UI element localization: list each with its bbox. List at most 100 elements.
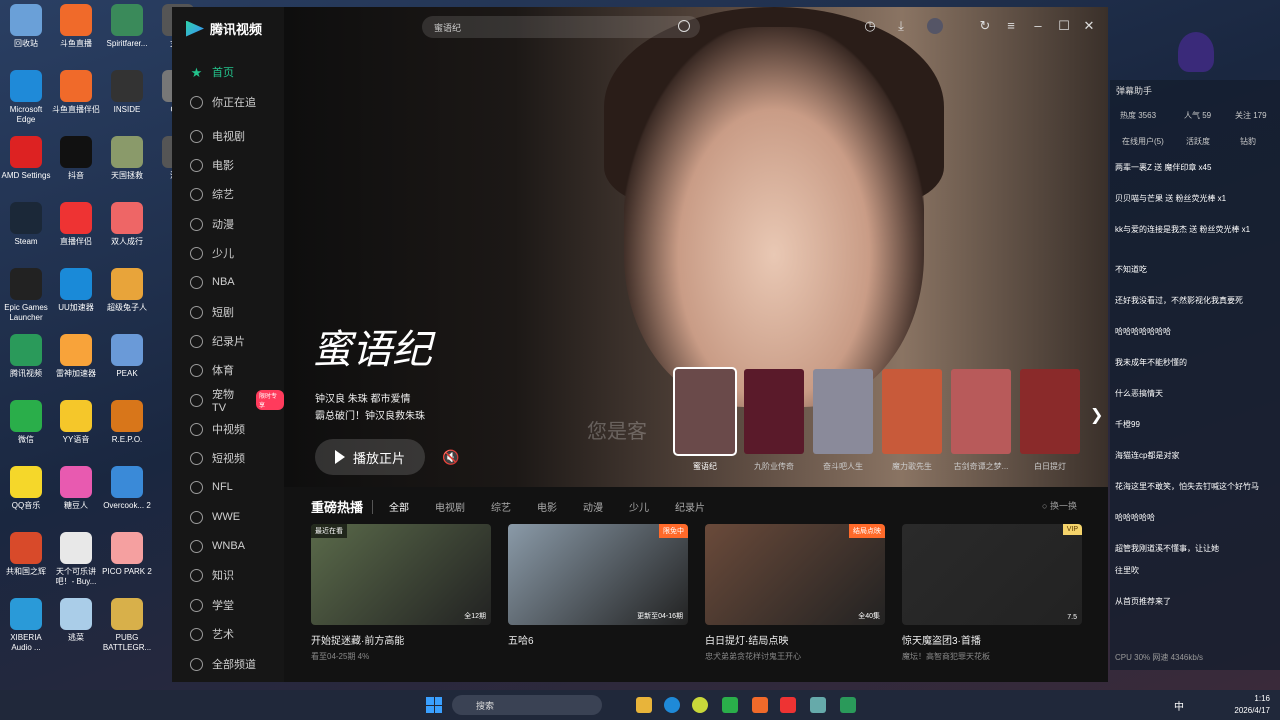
sidebar-item[interactable]: 短视频 — [190, 449, 245, 467]
filter-tab[interactable]: 动漫 — [583, 499, 603, 514]
sidebar-item[interactable]: ★ 首页 — [190, 63, 234, 81]
sidebar-item[interactable]: 电视剧 — [190, 127, 245, 145]
hero-thumbnail[interactable]: 九阶业传奇 — [744, 369, 804, 472]
desktop-icon[interactable]: 逃菜 — [50, 598, 102, 643]
sidebar-item[interactable]: 电影 — [190, 156, 234, 174]
panel-tab[interactable]: 活跃度 — [1186, 136, 1210, 147]
desktop-icon[interactable]: Overcook... 2 — [101, 466, 153, 511]
filter-tab[interactable]: 电影 — [537, 499, 557, 514]
sidebar-item[interactable]: 知识 — [190, 566, 234, 584]
minimize-icon[interactable]: – — [1030, 18, 1046, 34]
refresh-icon[interactable]: ↻ — [977, 18, 993, 34]
video-card[interactable]: 最近在看 全12期 开始捉迷藏·前方高能 看至04-25期 4% — [311, 524, 491, 662]
desktop-icon[interactable]: PEAK — [101, 334, 153, 379]
douyu-icon[interactable] — [752, 697, 768, 713]
hero-thumbnail[interactable]: 白日提灯 — [1020, 369, 1080, 472]
desktop-icon-label: Epic Games Launcher — [4, 303, 48, 322]
desktop-icon[interactable]: INSIDE — [101, 70, 153, 115]
edge-icon[interactable] — [664, 697, 680, 713]
desktop-icon[interactable]: PUBG BATTLEGR... — [101, 598, 153, 653]
swap-button[interactable]: ○ 换一换 — [1042, 499, 1077, 512]
desktop-icon[interactable]: 天国拯救 — [101, 136, 153, 181]
video-card[interactable]: 限免中 更新至04-16期 五哈6 — [508, 524, 688, 651]
hero-thumbnail[interactable]: 奋斗吧人生 — [813, 369, 873, 472]
desktop-icon[interactable]: Steam — [0, 202, 52, 247]
desktop-icon[interactable]: UU加速器 — [50, 268, 102, 313]
sidebar-item[interactable]: NFL — [190, 478, 233, 496]
filter-tab[interactable]: 综艺 — [491, 499, 511, 514]
sidebar-item[interactable]: 少儿 — [190, 244, 234, 262]
filter-tab[interactable]: 全部 — [389, 499, 409, 514]
app-icon[interactable] — [692, 697, 708, 713]
close-icon[interactable]: ✕ — [1081, 18, 1097, 34]
desktop-icon[interactable]: QQ音乐 — [0, 466, 52, 511]
hero-thumbnail[interactable]: 古剑奇谭之梦... — [951, 369, 1011, 472]
desktop-icon[interactable]: 雷神加速器 — [50, 334, 102, 379]
play-button[interactable]: 播放正片 — [315, 439, 425, 475]
desktop-icon[interactable]: 斗鱼直播 — [50, 4, 102, 49]
download-icon[interactable]: ⤓ — [893, 18, 909, 34]
sidebar-item[interactable]: NBA — [190, 273, 235, 291]
tencent-video-taskbar-icon[interactable] — [840, 697, 856, 713]
sidebar-item[interactable]: 短剧 — [190, 303, 234, 321]
desktop-icon[interactable]: 双人成行 — [101, 202, 153, 247]
windows-start-icon[interactable] — [426, 697, 442, 713]
sidebar-item[interactable]: 宠物TV 限时专享 — [190, 389, 284, 414]
sidebar-item[interactable]: 纪录片 — [190, 332, 245, 350]
history-icon[interactable]: ◷ — [862, 18, 878, 34]
desktop-icon[interactable]: Microsoft Edge — [0, 70, 52, 125]
taskbar-search[interactable]: 搜索 — [452, 695, 602, 715]
search-icon[interactable] — [678, 20, 690, 32]
desktop-icon[interactable]: R.E.P.O. — [101, 400, 153, 445]
desktop-icon[interactable]: XIBERIA Audio ... — [0, 598, 52, 653]
video-card[interactable]: 结局点映 全40集 白日提灯·结局点映 忠犬弟弟贪花样讨鬼王开心 — [705, 524, 885, 662]
desktop-icon[interactable]: 抖音 — [50, 136, 102, 181]
hero-thumbnail[interactable]: 魔力歌先生 — [882, 369, 942, 472]
desktop-icon[interactable]: 直播伴侣 — [50, 202, 102, 247]
desktop-icon[interactable]: 腾讯视频 — [0, 334, 52, 379]
desktop-icon[interactable]: Epic Games Launcher — [0, 268, 52, 323]
menu-icon[interactable]: ≡ — [1003, 18, 1019, 34]
app-icon[interactable] — [780, 697, 796, 713]
filter-tab[interactable]: 少儿 — [629, 499, 649, 514]
desktop-icon[interactable]: PICO PARK 2 — [101, 532, 153, 577]
hero-thumbnail[interactable]: 蜜语纪 — [673, 367, 737, 472]
avatar[interactable] — [927, 18, 943, 34]
sidebar-item[interactable]: 你正在追 — [190, 93, 256, 111]
video-card[interactable]: VIP 7.5 惊天魔盗团3·首播 魔坛！高智商犯罪天花板 — [902, 524, 1082, 662]
sidebar-item[interactable]: 体育 — [190, 361, 234, 379]
filter-tab[interactable]: 电视剧 — [435, 499, 465, 514]
desktop-icon[interactable]: YY语音 — [50, 400, 102, 445]
desktop-icon[interactable]: 回收站 — [0, 4, 52, 49]
sidebar-item[interactable]: 学堂 — [190, 596, 234, 614]
search-input[interactable]: 蜜语纪 — [422, 16, 700, 38]
desktop-icon[interactable]: AMD Settings — [0, 136, 52, 181]
sidebar-item[interactable]: 动漫 — [190, 215, 234, 233]
sidebar-item[interactable]: WWE — [190, 508, 240, 526]
desktop-icon[interactable]: 斗鱼直播伴侣 — [50, 70, 102, 115]
clock[interactable]: 1:16 2026/4/17 — [1234, 693, 1270, 717]
mute-icon[interactable]: 🔇 — [442, 449, 459, 466]
sidebar-item[interactable]: 艺术 — [190, 625, 234, 643]
sidebar-item[interactable]: 全部频道 — [190, 655, 256, 673]
desktop-icon[interactable]: 微信 — [0, 400, 52, 445]
filter-tab[interactable]: 纪录片 — [675, 499, 705, 514]
chevron-right-icon[interactable]: ❯ — [1090, 405, 1103, 425]
wechat-icon[interactable] — [722, 697, 738, 713]
desktop-icon[interactable]: Spiritfarer... — [101, 4, 153, 49]
maximize-icon[interactable]: ☐ — [1056, 18, 1072, 34]
desktop-icon[interactable]: 超级兔子人 — [101, 268, 153, 313]
sidebar-item[interactable]: 综艺 — [190, 185, 234, 203]
desktop-icon[interactable]: 共和国之辉 — [0, 532, 52, 577]
sidebar-item[interactable]: WNBA — [190, 537, 245, 555]
sidebar-item-label: 中视频 — [212, 424, 245, 436]
panel-tab[interactable]: 钻豹 — [1240, 136, 1256, 147]
ime-indicator[interactable]: 中 — [1174, 698, 1184, 713]
sidebar-item[interactable]: 中视频 — [190, 420, 245, 438]
panel-tab[interactable]: 在线用户(5) — [1122, 136, 1164, 147]
app-logo[interactable]: 腾讯视频 — [186, 19, 262, 38]
file-explorer-icon[interactable] — [636, 697, 652, 713]
desktop-icon[interactable]: 天个可乐讲 吧！- Buy... — [50, 532, 102, 587]
desktop-icon[interactable]: 糖豆人 — [50, 466, 102, 511]
app-icon[interactable] — [810, 697, 826, 713]
